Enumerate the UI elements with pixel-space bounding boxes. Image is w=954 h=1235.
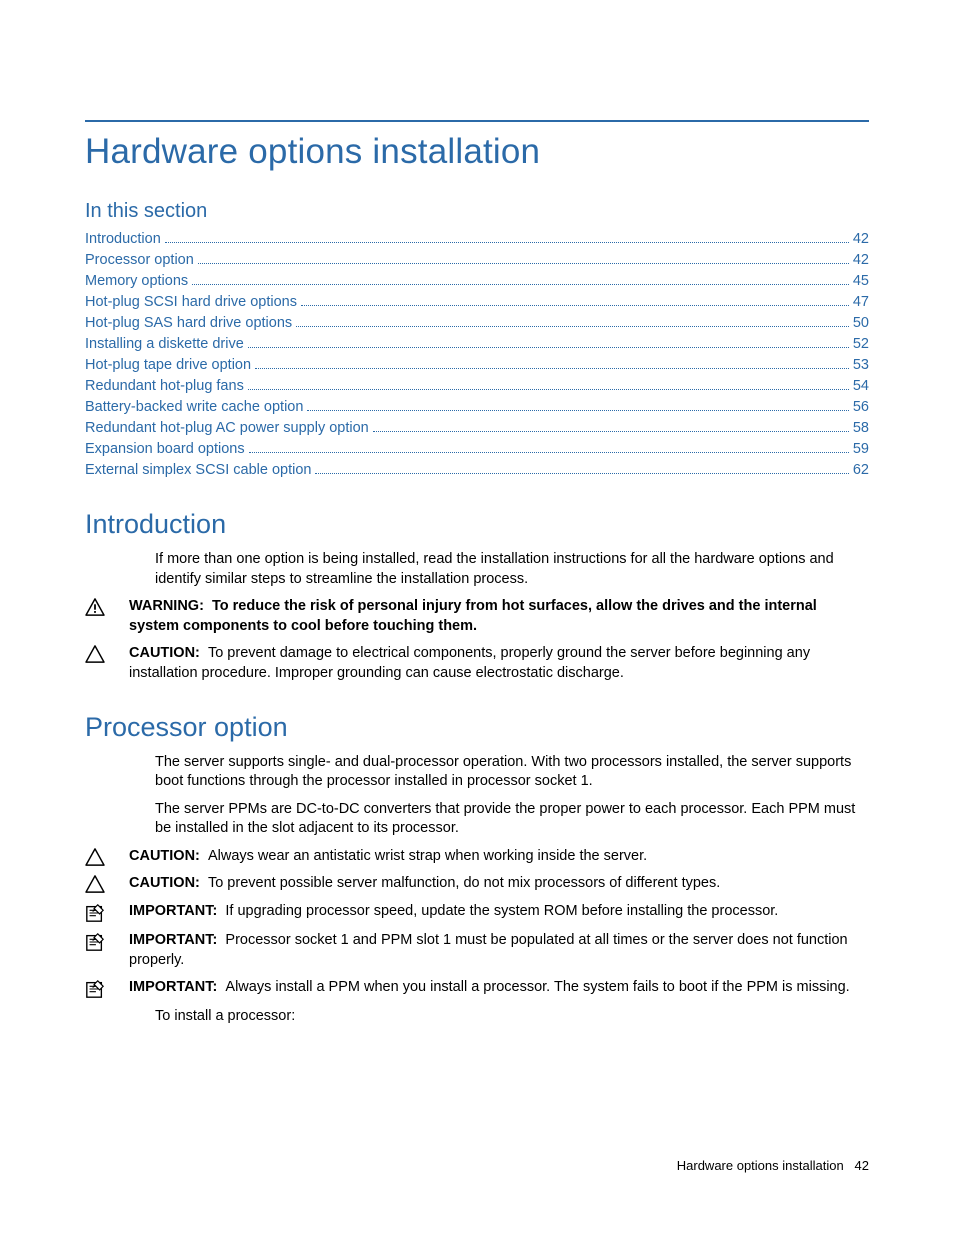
toc-leader-dots: [248, 378, 849, 391]
toc-page-number: 53: [853, 355, 869, 376]
toc-page-number: 52: [853, 334, 869, 355]
toc-label: Hot-plug tape drive option: [85, 355, 251, 376]
processor-body-1: The server supports single- and dual-pro…: [155, 753, 869, 792]
important-note: IMPORTANT: Processor socket 1 and PPM sl…: [85, 931, 869, 970]
toc-label: Redundant hot-plug AC power supply optio…: [85, 418, 369, 439]
toc-page-number: 42: [853, 250, 869, 271]
toc-leader-dots: [296, 314, 849, 327]
footer-page: 42: [855, 1158, 869, 1173]
toc-label: External simplex SCSI cable option: [85, 460, 311, 481]
caution-text: CAUTION: To prevent possible server malf…: [129, 874, 869, 894]
warning-note: WARNING: To reduce the risk of personal …: [85, 597, 869, 636]
caution-note: CAUTION: To prevent damage to electrical…: [85, 644, 869, 683]
in-this-section-heading: In this section: [85, 200, 869, 223]
install-lead: To install a processor:: [155, 1007, 869, 1027]
table-of-contents: Introduction 42Processor option 42Memory…: [85, 229, 869, 481]
toc-page-number: 45: [853, 271, 869, 292]
toc-leader-dots: [198, 251, 849, 264]
toc-label: Processor option: [85, 250, 194, 271]
toc-leader-dots: [255, 357, 849, 370]
toc-page-number: 47: [853, 292, 869, 313]
toc-row[interactable]: Expansion board options 59: [85, 439, 869, 460]
important-text: IMPORTANT: If upgrading processor speed,…: [129, 902, 869, 922]
toc-leader-dots: [315, 462, 848, 475]
toc-row[interactable]: Redundant hot-plug fans 54: [85, 376, 869, 397]
toc-row[interactable]: Processor option 42: [85, 250, 869, 271]
caution-text: CAUTION: Always wear an antistatic wrist…: [129, 847, 869, 867]
toc-label: Battery-backed write cache option: [85, 397, 303, 418]
toc-label: Memory options: [85, 271, 188, 292]
toc-leader-dots: [249, 441, 849, 454]
caution-icon: [85, 875, 111, 893]
toc-page-number: 58: [853, 418, 869, 439]
toc-page-number: 56: [853, 397, 869, 418]
toc-label: Hot-plug SAS hard drive options: [85, 313, 292, 334]
processor-body-2: The server PPMs are DC-to-DC converters …: [155, 800, 869, 839]
toc-leader-dots: [248, 335, 849, 348]
toc-leader-dots: [307, 399, 848, 412]
toc-row[interactable]: Hot-plug tape drive option 53: [85, 355, 869, 376]
important-text: IMPORTANT: Processor socket 1 and PPM sl…: [129, 931, 869, 970]
important-note: IMPORTANT: Always install a PPM when you…: [85, 978, 869, 999]
toc-row[interactable]: Redundant hot-plug AC power supply optio…: [85, 418, 869, 439]
important-text: IMPORTANT: Always install a PPM when you…: [129, 978, 869, 998]
page-title: Hardware options installation: [85, 132, 869, 172]
toc-label: Expansion board options: [85, 439, 245, 460]
caution-icon: [85, 645, 111, 663]
toc-leader-dots: [192, 272, 849, 285]
toc-leader-dots: [165, 230, 849, 243]
toc-leader-dots: [373, 420, 849, 433]
introduction-body: If more than one option is being install…: [155, 550, 869, 589]
toc-row[interactable]: External simplex SCSI cable option 62: [85, 460, 869, 481]
important-note: IMPORTANT: If upgrading processor speed,…: [85, 902, 869, 923]
note-icon: [85, 979, 111, 999]
toc-page-number: 54: [853, 376, 869, 397]
caution-note: CAUTION: To prevent possible server malf…: [85, 874, 869, 894]
toc-row[interactable]: Memory options 45: [85, 271, 869, 292]
toc-row[interactable]: Installing a diskette drive 52: [85, 334, 869, 355]
toc-label: Introduction: [85, 229, 161, 250]
toc-row[interactable]: Introduction 42: [85, 229, 869, 250]
document-page: Hardware options installation In this se…: [0, 0, 954, 1235]
toc-leader-dots: [301, 293, 849, 306]
caution-text: CAUTION: To prevent damage to electrical…: [129, 644, 869, 683]
caution-icon: [85, 848, 111, 866]
toc-page-number: 62: [853, 460, 869, 481]
introduction-heading: Introduction: [85, 509, 869, 540]
warning-text: WARNING: To reduce the risk of personal …: [129, 597, 869, 636]
note-icon: [85, 903, 111, 923]
toc-page-number: 59: [853, 439, 869, 460]
toc-page-number: 42: [853, 229, 869, 250]
caution-note: CAUTION: Always wear an antistatic wrist…: [85, 847, 869, 867]
toc-row[interactable]: Battery-backed write cache option 56: [85, 397, 869, 418]
page-footer: Hardware options installation 42: [677, 1158, 869, 1173]
top-rule: [85, 120, 869, 122]
note-icon: [85, 932, 111, 952]
processor-option-heading: Processor option: [85, 712, 869, 743]
toc-label: Redundant hot-plug fans: [85, 376, 244, 397]
warning-icon: [85, 598, 111, 616]
toc-page-number: 50: [853, 313, 869, 334]
toc-label: Hot-plug SCSI hard drive options: [85, 292, 297, 313]
footer-text: Hardware options installation: [677, 1158, 844, 1173]
toc-row[interactable]: Hot-plug SCSI hard drive options 47: [85, 292, 869, 313]
toc-label: Installing a diskette drive: [85, 334, 244, 355]
toc-row[interactable]: Hot-plug SAS hard drive options 50: [85, 313, 869, 334]
